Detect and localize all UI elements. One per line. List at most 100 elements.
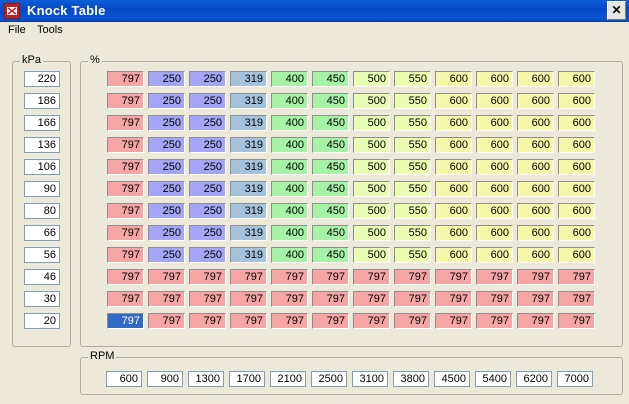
table-cell[interactable]: 450 — [312, 71, 349, 87]
table-cell[interactable]: 600 — [517, 71, 554, 87]
close-button[interactable]: ✕ — [607, 1, 626, 20]
table-cell[interactable]: 319 — [230, 93, 267, 109]
rpm-field[interactable]: 7000 — [557, 371, 593, 387]
table-cell[interactable]: 400 — [271, 137, 308, 153]
table-cell[interactable]: 600 — [435, 159, 472, 175]
table-cell[interactable]: 600 — [435, 115, 472, 131]
table-cell[interactable]: 500 — [353, 159, 390, 175]
kpa-field[interactable]: 30 — [24, 291, 60, 307]
table-cell[interactable]: 797 — [394, 291, 431, 307]
table-cell[interactable]: 250 — [148, 181, 185, 197]
table-cell[interactable]: 550 — [394, 159, 431, 175]
table-cell[interactable]: 600 — [558, 203, 595, 219]
rpm-field[interactable]: 1300 — [188, 371, 224, 387]
rpm-field[interactable]: 2100 — [270, 371, 306, 387]
table-cell[interactable]: 250 — [189, 225, 226, 241]
table-cell[interactable]: 319 — [230, 137, 267, 153]
table-cell[interactable]: 250 — [148, 115, 185, 131]
table-cell[interactable]: 500 — [353, 181, 390, 197]
table-cell[interactable]: 500 — [353, 203, 390, 219]
table-cell[interactable]: 797 — [517, 313, 554, 329]
kpa-field[interactable]: 136 — [24, 137, 60, 153]
table-cell[interactable]: 600 — [517, 115, 554, 131]
table-cell[interactable]: 600 — [435, 181, 472, 197]
rpm-field[interactable]: 5400 — [475, 371, 511, 387]
rpm-field[interactable]: 2500 — [311, 371, 347, 387]
table-cell[interactable]: 797 — [558, 313, 595, 329]
kpa-field[interactable]: 20 — [24, 313, 60, 329]
table-cell[interactable]: 319 — [230, 225, 267, 241]
kpa-field[interactable]: 220 — [24, 71, 60, 87]
table-cell[interactable]: 319 — [230, 159, 267, 175]
table-cell[interactable]: 319 — [230, 203, 267, 219]
table-cell[interactable]: 797 — [517, 291, 554, 307]
table-cell[interactable]: 600 — [435, 225, 472, 241]
rpm-field[interactable]: 4500 — [434, 371, 470, 387]
table-cell[interactable]: 797 — [558, 291, 595, 307]
table-cell[interactable]: 400 — [271, 71, 308, 87]
table-cell[interactable]: 600 — [476, 93, 513, 109]
table-cell[interactable]: 797 — [476, 291, 513, 307]
table-cell[interactable]: 797 — [107, 159, 144, 175]
table-cell[interactable]: 797 — [107, 225, 144, 241]
table-cell[interactable]: 797 — [394, 269, 431, 285]
table-cell[interactable]: 797 — [271, 291, 308, 307]
table-cell[interactable]: 250 — [189, 115, 226, 131]
table-cell[interactable]: 600 — [558, 137, 595, 153]
table-cell[interactable]: 600 — [558, 247, 595, 263]
table-cell[interactable]: 250 — [189, 71, 226, 87]
table-cell[interactable]: 450 — [312, 203, 349, 219]
table-cell[interactable]: 250 — [148, 137, 185, 153]
table-cell[interactable]: 600 — [558, 71, 595, 87]
table-cell[interactable]: 250 — [189, 93, 226, 109]
table-cell[interactable]: 500 — [353, 93, 390, 109]
table-cell[interactable]: 400 — [271, 225, 308, 241]
table-cell[interactable]: 550 — [394, 203, 431, 219]
table-cell[interactable]: 250 — [148, 203, 185, 219]
table-cell[interactable]: 450 — [312, 115, 349, 131]
table-cell[interactable]: 400 — [271, 159, 308, 175]
kpa-field[interactable]: 186 — [24, 93, 60, 109]
rpm-field[interactable]: 3100 — [352, 371, 388, 387]
table-cell[interactable]: 450 — [312, 181, 349, 197]
table-cell[interactable]: 600 — [476, 203, 513, 219]
table-cell[interactable]: 250 — [189, 137, 226, 153]
table-cell[interactable]: 797 — [189, 291, 226, 307]
table-cell[interactable]: 319 — [230, 71, 267, 87]
table-cell[interactable]: 600 — [558, 93, 595, 109]
table-cell[interactable]: 319 — [230, 247, 267, 263]
table-cell[interactable]: 600 — [435, 137, 472, 153]
table-cell[interactable]: 797 — [476, 313, 513, 329]
table-cell[interactable]: 797 — [476, 269, 513, 285]
table-cell[interactable]: 797 — [517, 269, 554, 285]
table-cell[interactable]: 797 — [230, 291, 267, 307]
table-cell[interactable]: 600 — [517, 137, 554, 153]
table-cell[interactable]: 400 — [271, 93, 308, 109]
table-cell[interactable]: 797 — [148, 313, 185, 329]
table-cell[interactable]: 797 — [271, 269, 308, 285]
table-cell[interactable]: 600 — [558, 225, 595, 241]
table-cell[interactable]: 797 — [312, 269, 349, 285]
table-cell[interactable]: 797 — [189, 269, 226, 285]
table-cell[interactable]: 550 — [394, 181, 431, 197]
table-cell[interactable]: 797 — [435, 269, 472, 285]
table-cell[interactable]: 319 — [230, 181, 267, 197]
kpa-field[interactable]: 46 — [24, 269, 60, 285]
table-cell[interactable]: 600 — [558, 181, 595, 197]
table-cell[interactable]: 500 — [353, 247, 390, 263]
table-cell[interactable]: 797 — [107, 137, 144, 153]
table-cell[interactable]: 450 — [312, 225, 349, 241]
table-cell[interactable]: 600 — [435, 71, 472, 87]
table-cell[interactable]: 797 — [558, 269, 595, 285]
kpa-field[interactable]: 166 — [24, 115, 60, 131]
table-cell[interactable]: 500 — [353, 71, 390, 87]
table-cell[interactable]: 600 — [476, 181, 513, 197]
table-cell[interactable]: 600 — [476, 247, 513, 263]
table-cell[interactable]: 797 — [353, 313, 390, 329]
table-cell[interactable]: 797 — [312, 291, 349, 307]
table-cell[interactable]: 600 — [517, 181, 554, 197]
table-cell[interactable]: 797 — [435, 313, 472, 329]
table-cell[interactable]: 797 — [148, 291, 185, 307]
menu-file[interactable]: File — [8, 24, 26, 36]
table-cell[interactable]: 550 — [394, 225, 431, 241]
